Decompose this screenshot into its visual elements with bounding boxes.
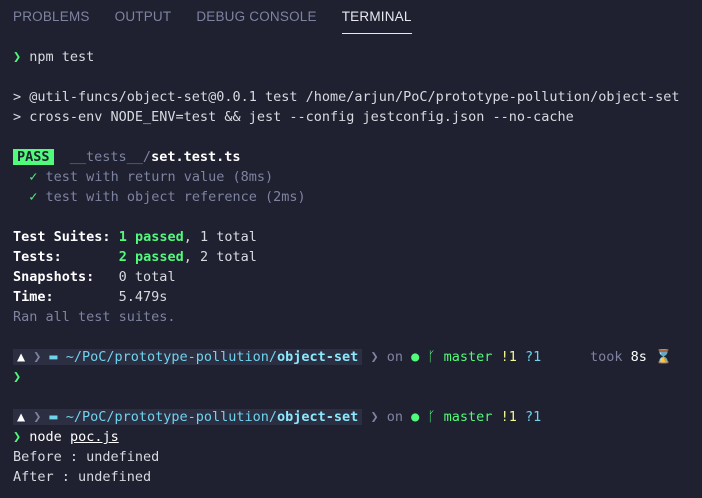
summary-time: Time: 5.479s	[13, 287, 167, 307]
summary-value: 5.479s	[118, 289, 168, 305]
command-arg: poc.js	[69, 429, 119, 445]
path-dir: object-set	[277, 409, 359, 425]
branch-name: master	[443, 349, 493, 365]
os-icon: ▲	[17, 409, 26, 425]
command-line-node: ❯ node poc.js	[13, 427, 119, 447]
command-name: node	[29, 429, 62, 445]
tab-terminal[interactable]: TERMINAL	[341, 0, 412, 34]
prompt-chevron-icon: ❯	[13, 369, 22, 385]
test-case-1: ✓ test with return value (8ms)	[13, 167, 273, 187]
branch-name: master	[443, 409, 493, 425]
summary-label: Snapshots:	[13, 269, 95, 285]
summary-suites: Test Suites: 1 passed, 1 total	[13, 227, 257, 247]
took-segment: took 8s ⌛	[590, 347, 672, 367]
shell-prompt-1: ▲ ❯ ▬ ~/PoC/prototype-pollution/object-se…	[13, 347, 541, 367]
git-untracked: ?1	[524, 349, 542, 365]
summary-passed: 2 passed	[118, 249, 184, 265]
prompt-chevron-icon: ❯	[13, 49, 22, 65]
path-dir: object-set	[277, 349, 359, 365]
git-modified: !1	[500, 349, 517, 365]
test-case-label: test with object reference (2ms)	[45, 189, 306, 205]
command-line-npm-test: ❯ npm test	[13, 47, 94, 67]
summary-label: Tests:	[13, 249, 62, 265]
path-segment: ▬ ~/PoC/prototype-pollution/object-set	[45, 349, 363, 365]
os-segment: ▲ ❯	[13, 349, 46, 365]
panel-tabs: PROBLEMS OUTPUT DEBUG CONSOLE TERMINAL	[0, 0, 702, 34]
on-text: on	[386, 409, 403, 425]
hourglass-icon: ⌛	[655, 349, 672, 365]
git-modified: !1	[500, 409, 517, 425]
pass-badge: PASS	[13, 149, 54, 165]
summary-total: , 1 total	[183, 229, 257, 245]
check-icon: ✓	[29, 169, 38, 185]
branch-icon: ᚴ	[427, 349, 436, 365]
summary-label: Test Suites:	[13, 229, 111, 245]
github-icon: ●	[411, 349, 420, 365]
prompt-separator-icon: ❯	[33, 349, 42, 365]
prompt-separator-icon: ❯	[33, 409, 42, 425]
path-prefix: ~/PoC/prototype-pollution/	[65, 349, 278, 365]
output-before: Before : undefined	[13, 449, 160, 465]
summary-tests: Tests: 2 passed, 2 total	[13, 247, 257, 267]
command-text: npm test	[29, 49, 95, 65]
ran-all-line: Ran all test suites.	[13, 309, 176, 325]
os-segment: ▲ ❯	[13, 409, 46, 425]
os-icon: ▲	[17, 349, 26, 365]
summary-snapshots: Snapshots: 0 total	[13, 267, 176, 287]
git-untracked: ?1	[524, 409, 542, 425]
check-icon: ✓	[29, 189, 38, 205]
test-dir: __tests__/	[69, 149, 152, 165]
shell-prompt-2: ▲ ❯ ▬ ~/PoC/prototype-pollution/object-se…	[13, 407, 541, 427]
script-line-1: > @util-funcs/object-set@0.0.1 test /hom…	[13, 89, 680, 105]
took-value: 8s	[630, 349, 647, 365]
test-case-2: ✓ test with object reference (2ms)	[13, 187, 306, 207]
on-text: on	[386, 349, 403, 365]
tab-problems[interactable]: PROBLEMS	[13, 0, 90, 34]
took-label: took	[590, 349, 623, 365]
test-file: set.test.ts	[151, 149, 241, 165]
branch-icon: ᚴ	[427, 409, 436, 425]
summary-passed: 1 passed	[118, 229, 184, 245]
tab-debug-console[interactable]: DEBUG CONSOLE	[196, 0, 316, 34]
folder-icon: ▬	[49, 349, 58, 365]
prompt-separator-icon: ❯	[362, 409, 387, 425]
path-prefix: ~/PoC/prototype-pollution/	[65, 409, 278, 425]
summary-value: 0 total	[118, 269, 176, 285]
output-after: After : undefined	[13, 469, 152, 485]
script-line-2: > cross-env NODE_ENV=test && jest --conf…	[13, 109, 574, 125]
summary-label: Time:	[13, 289, 54, 305]
github-icon: ●	[411, 409, 420, 425]
summary-total: , 2 total	[183, 249, 257, 265]
folder-icon: ▬	[49, 409, 58, 425]
tab-output[interactable]: OUTPUT	[115, 0, 172, 34]
prompt-chevron-icon: ❯	[13, 429, 22, 445]
path-segment: ▬ ~/PoC/prototype-pollution/object-set	[45, 409, 363, 425]
test-case-label: test with return value (8ms)	[45, 169, 274, 185]
test-file-result: PASS __tests__/set.test.ts	[13, 147, 240, 167]
prompt-separator-icon: ❯	[362, 349, 387, 365]
